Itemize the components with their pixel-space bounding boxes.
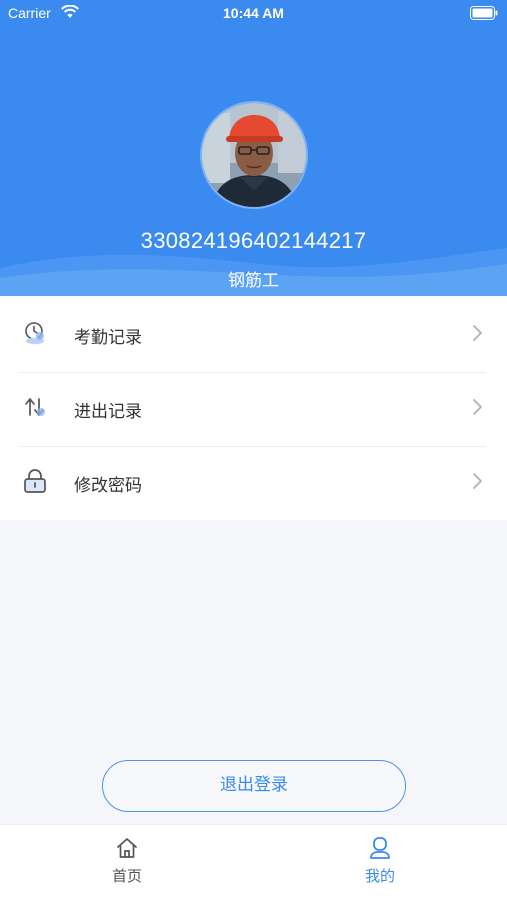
profile-menu: 考勤记录 进出记录 修改密码 (0, 296, 507, 520)
status-bar: Carrier 10:44 AM (0, 0, 507, 28)
logout-button[interactable]: 退出登录 (102, 760, 406, 812)
menu-item-attendance[interactable]: 考勤记录 (0, 296, 507, 369)
chevron-right-icon (473, 473, 482, 489)
person-icon (370, 837, 390, 859)
exchange-icon (25, 398, 45, 416)
menu-item-label: 进出记录 (74, 402, 142, 422)
lock-icon (24, 469, 46, 493)
tab-mine[interactable]: 我的 (320, 825, 440, 900)
chevron-right-icon (473, 325, 482, 341)
clock-icon (25, 322, 44, 345)
menu-item-change-password[interactable]: 修改密码 (0, 444, 507, 517)
menu-item-label: 考勤记录 (74, 328, 142, 348)
user-role: 钢筋工 (228, 271, 279, 291)
avatar-photo (202, 103, 306, 207)
avatar[interactable] (202, 103, 306, 207)
home-icon (117, 838, 137, 858)
chevron-right-icon (473, 399, 482, 415)
tab-bar: 首页 我的 (0, 824, 507, 900)
tab-label: 我的 (364, 867, 395, 885)
battery-icon (470, 6, 498, 20)
menu-item-label: 修改密码 (74, 476, 142, 496)
menu-item-access-records[interactable]: 进出记录 (0, 370, 507, 443)
status-time: 10:44 AM (223, 5, 284, 21)
profile-header: Carrier 10:44 AM 330824196402144217 钢筋工 (0, 0, 507, 296)
user-id-number: 330824196402144217 (140, 228, 367, 253)
tab-home[interactable]: 首页 (67, 825, 187, 900)
tab-label: 首页 (111, 867, 142, 885)
